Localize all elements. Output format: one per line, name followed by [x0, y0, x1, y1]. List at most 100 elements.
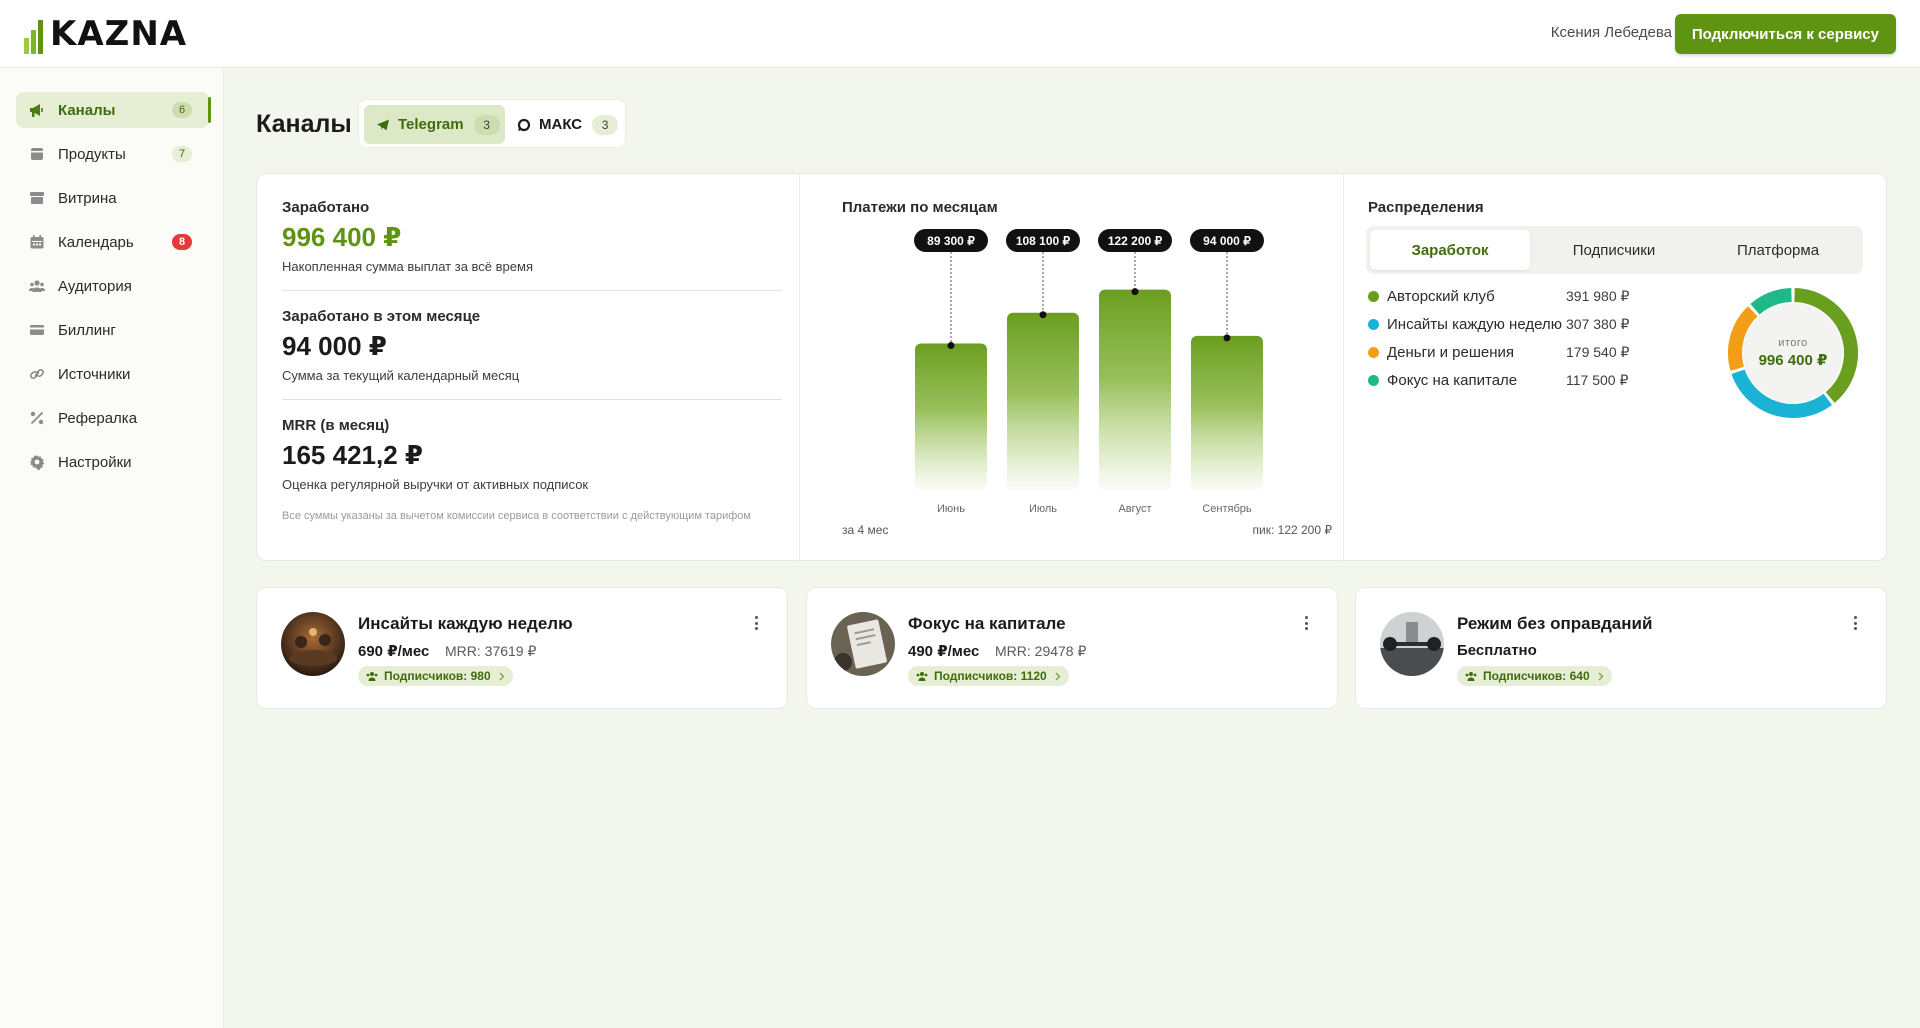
mrr-description: Оценка регулярной выручки от активных по… — [282, 477, 589, 492]
kazna-logo[interactable]: KAZNA — [24, 14, 187, 54]
users-icon — [28, 277, 46, 295]
channel-card[interactable]: Инсайты каждую неделю 690 ₽/мес MRR: 376… — [256, 587, 788, 709]
bar-Июль[interactable] — [1007, 312, 1079, 490]
bar-Июнь[interactable] — [915, 343, 987, 490]
column-separator — [1343, 174, 1344, 562]
sidebar-item-sources[interactable]: Источники — [16, 356, 209, 392]
logo-text: KAZNA — [50, 14, 188, 54]
payments-bar-chart: 89 300 ₽ Июнь 108 100 ₽ Июль 122 200 ₽ Август… — [914, 229, 1264, 515]
commission-note: Все суммы указаны за вычетом комиссии се… — [282, 510, 751, 522]
subscribers-count: Подписчиков: 640 — [1483, 669, 1590, 683]
sidebar-item-audience[interactable]: Аудитория — [16, 268, 209, 304]
legend-color-dot — [1368, 346, 1379, 358]
channel-avatar — [831, 612, 895, 676]
month-earned-description: Сумма за текущий календарный месяц — [282, 368, 520, 383]
bar-Сентябрь[interactable] — [1191, 335, 1263, 490]
donut-total: итого 996 400 ₽ — [1723, 283, 1863, 423]
sidebar-item-products[interactable]: Продукты 7 — [16, 136, 209, 172]
more-options-icon[interactable] — [1848, 614, 1862, 632]
percent-icon — [28, 409, 46, 427]
payments-chart: Платежи по месяцам 89 300 ₽ Июнь 108 100 ₽… — [817, 174, 1357, 562]
legend-item: Фокус на капитале — [1368, 371, 1517, 389]
user-name[interactable]: Ксения Лебедева — [1551, 24, 1672, 41]
subscribers-chip[interactable]: Подписчиков: 640 — [1457, 666, 1612, 686]
users-icon — [366, 671, 378, 681]
bar-point — [947, 342, 955, 350]
channel-mrr: MRR: 29478 ₽ — [995, 643, 1087, 659]
channel-name[interactable]: Режим без оправданий — [1457, 614, 1652, 634]
more-options-icon[interactable] — [749, 614, 763, 632]
tab-label: Telegram — [398, 116, 464, 133]
link-icon — [28, 365, 46, 383]
tab-count-badge: 3 — [592, 114, 619, 135]
tab-label: МАКС — [539, 116, 583, 133]
sidebar-item-channels[interactable]: Каналы 6 — [16, 92, 211, 128]
sidebar-item-label: Продукты — [58, 145, 126, 163]
chart-period: за 4 мес — [842, 523, 889, 537]
channel-price: 490 ₽/мес — [908, 643, 980, 660]
legend-color-dot — [1368, 290, 1379, 302]
stats-card: Заработано 996 400 ₽ Накопленная сумма в… — [256, 173, 1887, 562]
sidebar-item-billing[interactable]: Биллинг — [16, 312, 209, 348]
mrr-label: MRR (в месяц) — [282, 417, 390, 434]
channel-card[interactable]: Режим без оправданий Бесплатно Подписчик… — [1355, 587, 1887, 709]
chevron-right-icon — [1598, 672, 1604, 681]
sidebar-item-label: Настройки — [58, 453, 132, 471]
month-earned-label: Заработано в этом месяце — [282, 308, 481, 325]
legend-label: Деньги и решения — [1387, 343, 1515, 361]
value-label: 89 300 ₽ — [927, 234, 975, 248]
column-separator — [799, 174, 800, 562]
tab-max[interactable]: МАКС 3 — [509, 105, 621, 144]
sidebar-item-label: Календарь — [58, 233, 134, 251]
earned-value: 996 400 ₽ — [282, 222, 402, 252]
channel-price: Бесплатно — [1457, 642, 1537, 659]
more-options-icon[interactable] — [1299, 614, 1313, 632]
earned-label: Заработано — [282, 199, 370, 216]
legend-item: Инсайты каждую неделю — [1368, 315, 1562, 333]
telegram-icon — [376, 118, 390, 132]
value-label: 108 100 ₽ — [1016, 234, 1071, 248]
sidebar-item-referral[interactable]: Рефералка — [16, 400, 209, 436]
logo-bars-icon — [24, 20, 43, 54]
sidebar-item-label: Каналы — [58, 101, 116, 119]
products-count-badge: 7 — [172, 146, 192, 162]
channel-name[interactable]: Фокус на капитале — [908, 614, 1066, 634]
sidebar: Каналы 6 Продукты 7 Витрина Календарь 8 … — [0, 68, 224, 1028]
sidebar-item-label: Аудитория — [58, 277, 132, 295]
gear-icon — [28, 453, 46, 471]
x-tick-label: Июль — [1029, 503, 1057, 515]
tab-earnings[interactable]: Заработок — [1370, 230, 1530, 270]
x-tick-label: Август — [1118, 503, 1151, 515]
users-icon — [1465, 671, 1477, 681]
distribution-tabs: Заработок Подписчики Платформа — [1366, 226, 1863, 274]
value-label: 94 000 ₽ — [1203, 234, 1251, 248]
channels-count-badge: 6 — [172, 102, 192, 118]
connect-service-button[interactable]: Подключиться к сервису — [1674, 14, 1896, 54]
megaphone-icon — [28, 101, 46, 119]
legend-value: 307 380 ₽ — [1566, 315, 1630, 332]
bar-Август[interactable] — [1099, 289, 1171, 490]
subscribers-chip[interactable]: Подписчиков: 980 — [358, 666, 513, 686]
channel-avatar — [1380, 612, 1444, 676]
credit-card-icon — [28, 321, 46, 339]
donut-total-label: итого — [1778, 337, 1808, 349]
tab-subscribers[interactable]: Подписчики — [1534, 230, 1694, 270]
subscribers-count: Подписчиков: 980 — [384, 669, 491, 683]
chart-peak: пик: 122 200 ₽ — [1252, 523, 1332, 537]
distribution-title: Распределения — [1368, 199, 1484, 216]
calendar-count-badge: 8 — [172, 234, 192, 250]
channel-name[interactable]: Инсайты каждую неделю — [358, 614, 573, 634]
divider — [282, 290, 782, 291]
tab-count-badge: 3 — [473, 114, 500, 135]
legend-item: Авторский клуб — [1368, 287, 1495, 305]
sidebar-item-settings[interactable]: Настройки — [16, 444, 209, 480]
month-earned-value: 94 000 ₽ — [282, 331, 387, 361]
tab-platform[interactable]: Платформа — [1698, 230, 1858, 270]
channel-card[interactable]: Фокус на капитале 490 ₽/мес MRR: 29478 ₽… — [806, 587, 1338, 709]
tab-telegram[interactable]: Telegram 3 — [364, 105, 505, 144]
value-label: 122 200 ₽ — [1108, 234, 1163, 248]
sidebar-item-calendar[interactable]: Календарь 8 — [16, 224, 209, 260]
sidebar-item-storefront[interactable]: Витрина — [16, 180, 209, 216]
legend-label: Инсайты каждую неделю — [1387, 315, 1562, 333]
subscribers-chip[interactable]: Подписчиков: 1120 — [908, 666, 1069, 686]
